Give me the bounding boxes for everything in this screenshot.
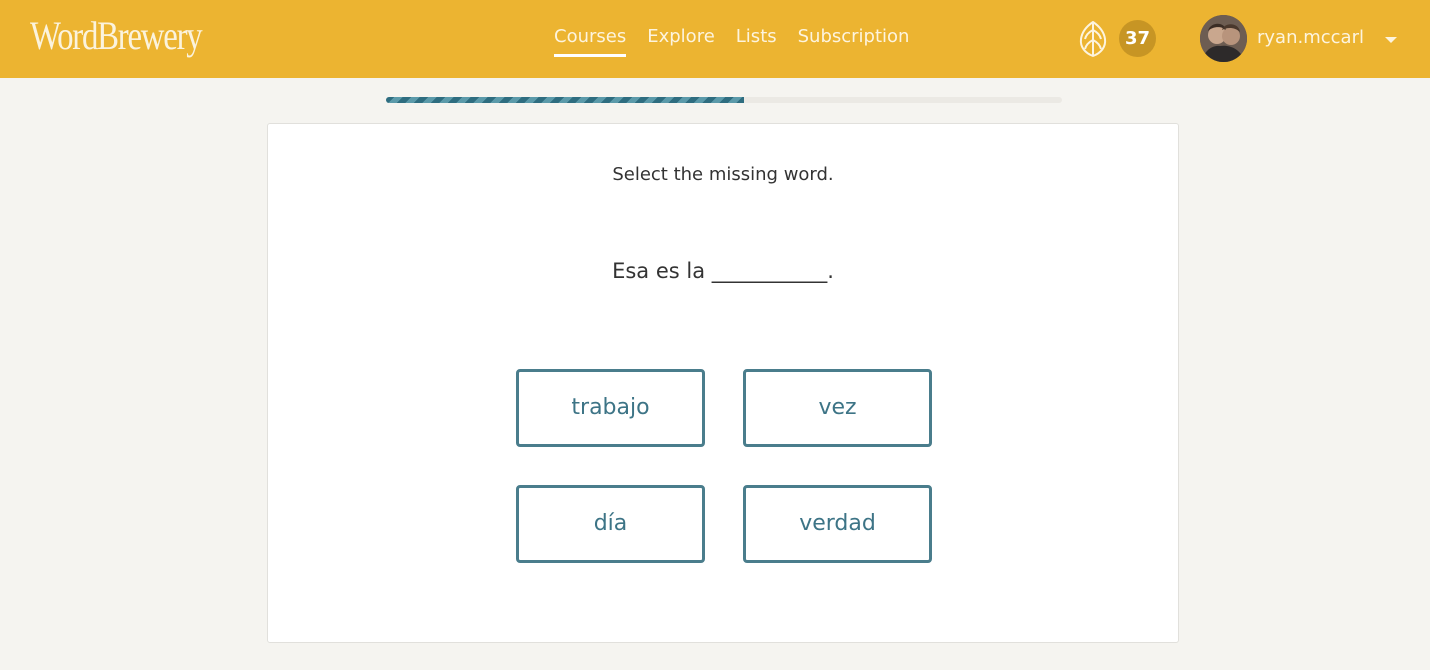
top-navigation-bar: WordBrewery Courses Explore Lists Subscr… bbox=[0, 0, 1430, 78]
choice-button-trabajo[interactable]: trabajo bbox=[516, 369, 705, 447]
choice-button-vez[interactable]: vez bbox=[743, 369, 932, 447]
choice-button-verdad[interactable]: verdad bbox=[743, 485, 932, 563]
exercise-card: Select the missing word. Esa es la _____… bbox=[267, 123, 1179, 643]
nav-item-subscription[interactable]: Subscription bbox=[798, 26, 910, 56]
lesson-progress-bar bbox=[386, 97, 1062, 103]
hop-icon bbox=[1079, 21, 1107, 57]
nav-item-courses[interactable]: Courses bbox=[554, 26, 627, 57]
choice-button-dia[interactable]: día bbox=[516, 485, 705, 563]
exercise-instruction: Select the missing word. bbox=[612, 164, 834, 185]
username[interactable]: ryan.mccarl bbox=[1257, 27, 1364, 48]
points-badge: 37 bbox=[1119, 20, 1156, 57]
avatar[interactable] bbox=[1200, 15, 1247, 62]
progress-fill bbox=[386, 97, 745, 103]
avatar-photo bbox=[1200, 15, 1247, 62]
caret-down-icon[interactable] bbox=[1385, 37, 1397, 43]
exercise-sentence: Esa es la ___________. bbox=[612, 259, 834, 283]
nav-item-explore[interactable]: Explore bbox=[647, 26, 715, 56]
main-nav: Courses Explore Lists Subscription bbox=[554, 26, 910, 57]
wordbrewery-logo[interactable]: WordBrewery bbox=[30, 12, 203, 59]
nav-item-lists[interactable]: Lists bbox=[736, 26, 777, 56]
